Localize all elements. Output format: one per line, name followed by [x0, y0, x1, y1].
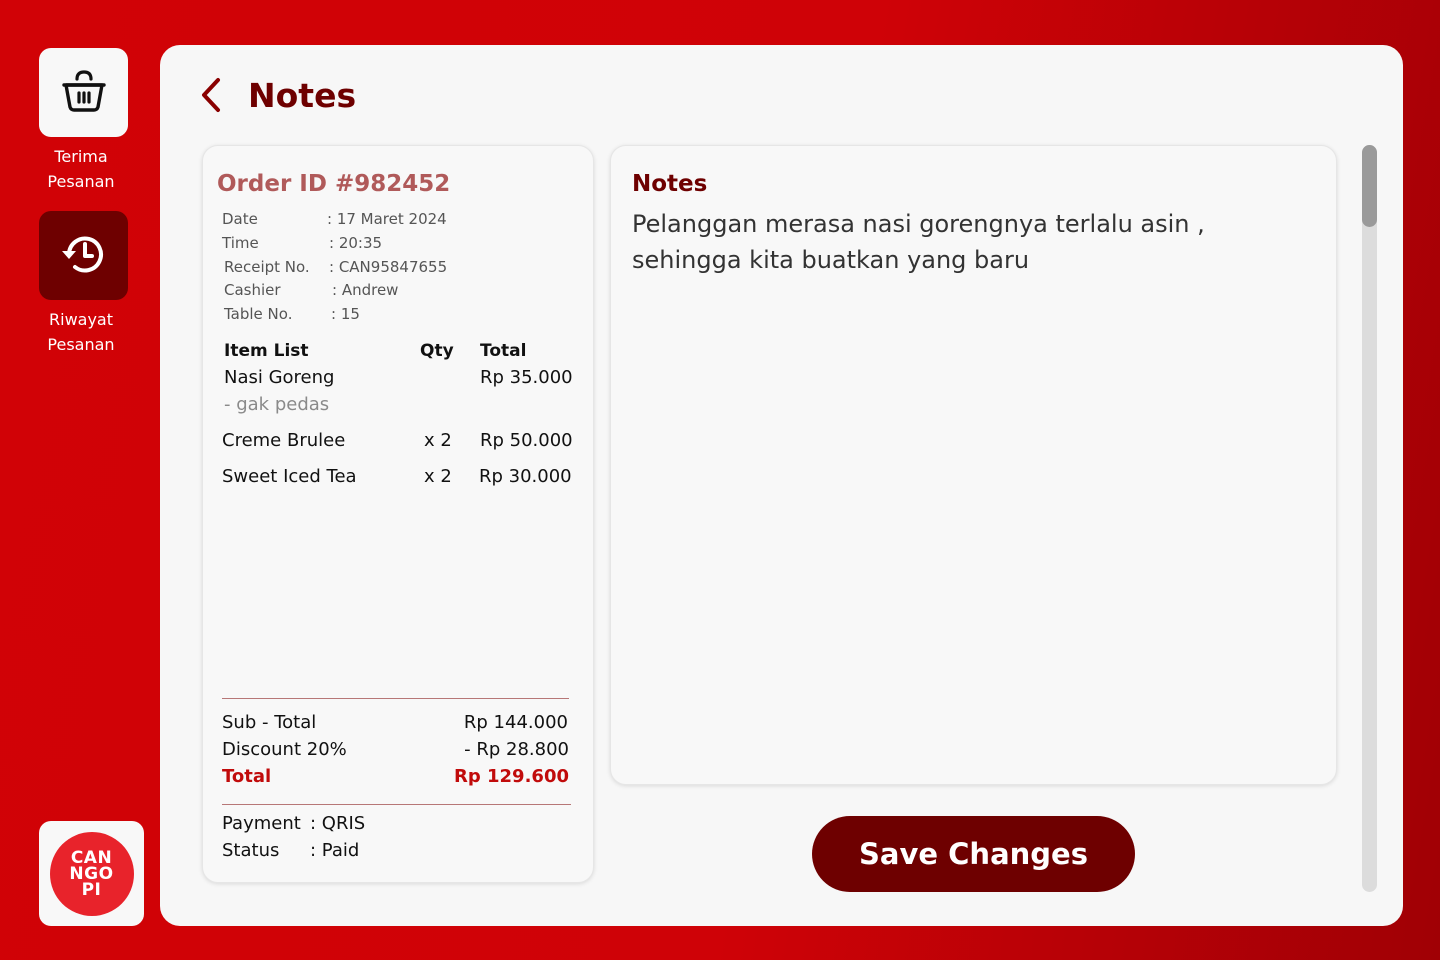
- meta-value: : CAN95847655: [329, 258, 448, 276]
- scrollbar-track[interactable]: [1362, 145, 1377, 892]
- column-header-qty: Qty: [420, 341, 454, 361]
- item-name: Nasi Goreng: [224, 367, 335, 388]
- notes-text-line: sehingga kita buatkan yang baru: [632, 246, 1030, 274]
- logo-text: PI: [81, 879, 102, 900]
- basket-icon: [60, 67, 108, 119]
- payment-value: : QRIS: [310, 813, 366, 834]
- item-total: Rp 35.000: [480, 367, 573, 388]
- meta-value: : 20:35: [329, 234, 383, 252]
- order-id: Order ID #982452: [217, 171, 451, 197]
- app-logo: CAN NGO PI: [39, 821, 144, 926]
- status-value: : Paid: [310, 840, 360, 861]
- divider: [222, 804, 571, 805]
- sidebar-label-line: Pesanan: [47, 172, 115, 191]
- sidebar-label-riwayat-pesanan[interactable]: Riwayat Pesanan: [21, 307, 141, 357]
- total-value: Rp 129.600: [454, 766, 569, 787]
- notes-heading: Notes: [632, 171, 708, 197]
- logo-badge: CAN NGO PI: [49, 831, 134, 916]
- column-header-item: Item List: [224, 341, 309, 361]
- subtotal-value: Rp 144.000: [463, 712, 568, 733]
- item-name: Creme Brulee: [222, 430, 346, 451]
- item-note: - gak pedas: [224, 394, 330, 415]
- notes-text-line: Pelanggan merasa nasi gorengnya terlalu …: [632, 210, 1205, 238]
- meta-key: Cashier: [224, 281, 281, 299]
- meta-value: : 17 Maret 2024: [327, 210, 447, 228]
- save-changes-button[interactable]: Save Changes: [812, 816, 1135, 892]
- sidebar-label-terima-pesanan[interactable]: Terima Pesanan: [21, 144, 141, 194]
- discount-label: Discount 20%: [222, 739, 347, 760]
- subtotal-label: Sub - Total: [222, 712, 317, 733]
- meta-key: Table No.: [224, 305, 293, 323]
- item-total: Rp 30.000: [479, 466, 572, 487]
- item-total: Rp 50.000: [480, 430, 573, 451]
- history-icon: [59, 229, 109, 283]
- meta-value: : 15: [331, 305, 360, 323]
- column-header-total: Total: [480, 341, 527, 361]
- meta-key: Receipt No.: [224, 258, 310, 276]
- notes-textarea[interactable]: Pelanggan merasa nasi gorengnya terlalu …: [632, 206, 1272, 278]
- sidebar-item-terima-pesanan[interactable]: [39, 48, 128, 137]
- sidebar-item-riwayat-pesanan[interactable]: [39, 211, 128, 300]
- chevron-left-icon: [198, 76, 224, 118]
- meta-key: Time: [222, 234, 259, 252]
- sidebar-label-line: Riwayat: [49, 310, 113, 329]
- item-qty: x 2: [424, 430, 452, 451]
- page-title: Notes: [248, 76, 357, 115]
- meta-value: : Andrew: [332, 281, 399, 299]
- back-button[interactable]: [198, 78, 228, 116]
- payment-label: Payment: [222, 813, 301, 834]
- sidebar-label-line: Terima: [54, 147, 108, 166]
- divider: [222, 698, 569, 699]
- sidebar-label-line: Pesanan: [47, 335, 115, 354]
- status-label: Status: [222, 840, 280, 861]
- scrollbar-thumb[interactable]: [1362, 145, 1377, 227]
- item-qty: x 2: [424, 466, 452, 487]
- total-label: Total: [222, 766, 272, 787]
- meta-key: Date: [222, 210, 258, 228]
- item-name: Sweet Iced Tea: [222, 466, 357, 487]
- discount-value: - Rp 28.800: [464, 739, 569, 760]
